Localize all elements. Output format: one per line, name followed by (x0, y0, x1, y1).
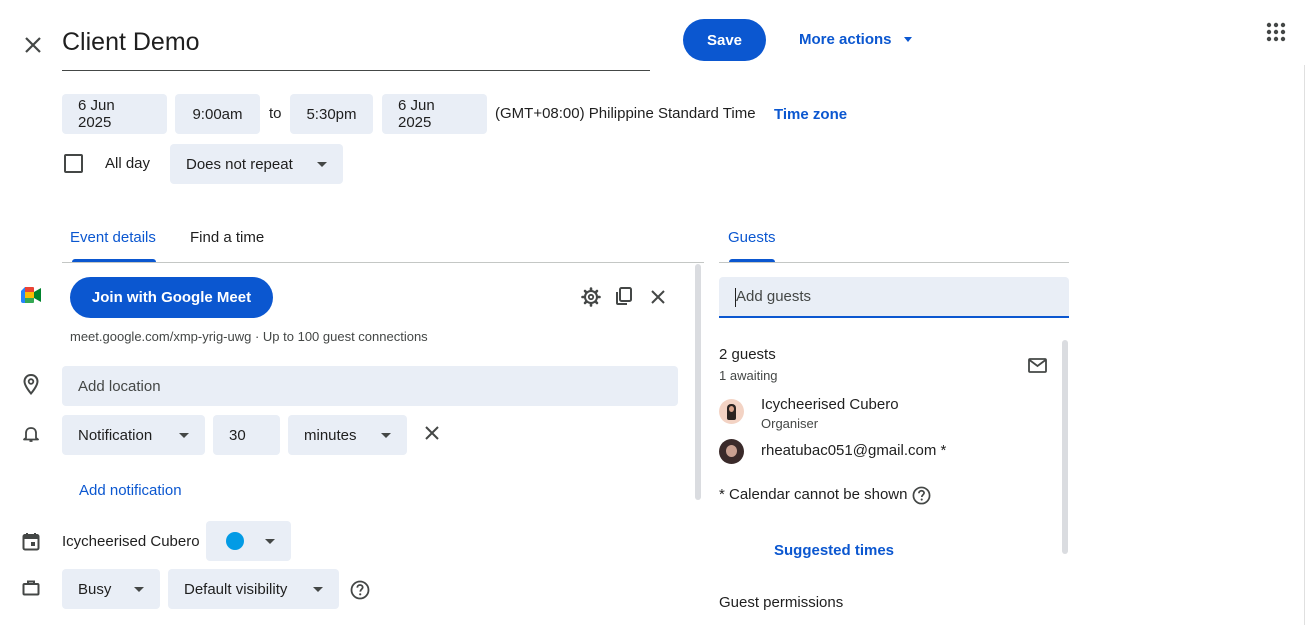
email-guests-button[interactable] (1026, 354, 1048, 376)
start-date-value: 6 Jun 2025 (78, 97, 115, 131)
add-guests-input[interactable]: Add guests (719, 277, 1069, 318)
briefcase-icon (21, 578, 41, 598)
help-icon (912, 486, 930, 504)
location-placeholder: Add location (78, 377, 161, 395)
busy-dropdown[interactable]: Busy (62, 569, 160, 609)
tabs-divider (62, 262, 704, 263)
tab-find-a-time[interactable]: Find a time (182, 226, 282, 262)
all-day-checkbox[interactable] (64, 154, 83, 173)
end-date-value: 6 Jun 2025 (398, 97, 435, 131)
tab-label: Guests (728, 229, 776, 246)
calendar-owner: Icycheerised Cubero (62, 533, 200, 550)
guest-permissions-label: Guest permissions (719, 594, 844, 611)
remove-meet-button[interactable] (648, 287, 668, 307)
tab-event-details[interactable]: Event details (62, 226, 166, 262)
caret-down-icon (134, 586, 144, 592)
guest-awaiting: 1 awaiting (719, 368, 778, 383)
google-meet-icon (21, 287, 41, 303)
meet-settings-button[interactable] (580, 286, 602, 308)
all-day-label: All day (105, 155, 151, 172)
notification-amount-input[interactable]: 30 (213, 415, 280, 455)
notification-amount-value: 30 (229, 426, 246, 444)
more-actions-label: More actions (799, 30, 892, 48)
save-button[interactable]: Save (683, 19, 766, 61)
busy-value: Busy (78, 580, 112, 598)
mail-icon (1027, 357, 1047, 373)
gear-icon (581, 287, 601, 307)
event-title: Client Demo (62, 28, 200, 56)
add-guests-placeholder: Add guests (736, 288, 812, 305)
caret-down-icon (179, 432, 189, 438)
calendar-note-help-button[interactable] (911, 485, 931, 505)
start-date-field[interactable]: 6 Jun 2025 (62, 94, 167, 134)
remove-notification-button[interactable] (422, 423, 442, 443)
location-input[interactable]: Add location (62, 366, 678, 406)
close-icon (651, 290, 665, 304)
guest-name: Icycheerised Cubero (761, 396, 899, 413)
copy-icon (616, 287, 632, 305)
repeat-dropdown[interactable]: Does not repeat (170, 144, 343, 184)
suggested-times-link[interactable]: Suggested times (774, 542, 894, 559)
close-button[interactable] (18, 30, 48, 60)
close-icon (25, 37, 41, 53)
guest-count: 2 guests (719, 346, 776, 363)
notification-unit-dropdown[interactable]: minutes (288, 415, 407, 455)
join-meet-label: Join with Google Meet (91, 289, 252, 306)
visibility-value: Default visibility (184, 580, 288, 598)
end-date-field[interactable]: 6 Jun 2025 (382, 94, 487, 134)
start-time-field[interactable]: 9:00am (175, 94, 260, 134)
copy-meet-link-button[interactable] (613, 285, 635, 307)
visibility-help-button[interactable] (349, 579, 370, 600)
title-field[interactable]: Client Demo (62, 22, 650, 71)
more-actions-button[interactable]: More actions (799, 28, 912, 50)
apps-button[interactable] (1264, 20, 1288, 44)
guest-name: rheatubac051@gmail.com * (761, 442, 947, 459)
guests-tabs-divider (719, 262, 1069, 263)
avatar (719, 399, 744, 424)
notification-type-dropdown[interactable]: Notification (62, 415, 205, 455)
tab-guests[interactable]: Guests (719, 226, 789, 262)
guests-scrollbar[interactable] (1062, 340, 1068, 554)
page-divider (1304, 65, 1305, 625)
start-time-value: 9:00am (192, 105, 243, 123)
location-pin-icon (21, 373, 41, 395)
calendar-icon (21, 531, 41, 551)
help-icon (350, 580, 369, 599)
repeat-value: Does not repeat (186, 155, 293, 173)
event-color-dropdown[interactable] (206, 521, 291, 561)
tab-label: Find a time (190, 229, 265, 246)
save-label: Save (706, 31, 743, 49)
guest-row[interactable]: rheatubac051@gmail.com * (719, 439, 1049, 467)
caret-down-icon (381, 432, 391, 438)
guest-role: Organiser (761, 416, 819, 431)
join-meet-button[interactable]: Join with Google Meet (70, 277, 273, 318)
color-swatch (226, 532, 244, 550)
timezone-text: (GMT+08:00) Philippine Standard Time (495, 105, 756, 122)
bell-icon (21, 424, 41, 444)
caret-down-icon (313, 586, 323, 592)
notification-unit-value: minutes (304, 426, 357, 444)
to-label: to (269, 105, 282, 122)
close-icon (425, 426, 439, 440)
details-scrollbar[interactable] (695, 264, 701, 500)
end-time-value: 5:30pm (306, 105, 357, 123)
add-notification-link[interactable]: Add notification (79, 482, 182, 499)
end-time-field[interactable]: 5:30pm (290, 94, 373, 134)
apps-grid-icon (1266, 22, 1286, 42)
tab-label: Event details (70, 229, 156, 246)
notification-type-value: Notification (78, 426, 153, 444)
calendar-note: * Calendar cannot be shown (719, 486, 908, 503)
guest-row[interactable]: Icycheerised Cubero Organiser (719, 396, 1049, 432)
meet-info: meet.google.com/xmp-yrig-uwg · Up to 100… (70, 329, 428, 344)
caret-down-icon (903, 36, 912, 42)
visibility-dropdown[interactable]: Default visibility (168, 569, 339, 609)
timezone-link[interactable]: Time zone (774, 106, 847, 123)
caret-down-icon (317, 161, 327, 167)
avatar (719, 439, 744, 464)
caret-down-icon (265, 538, 275, 544)
